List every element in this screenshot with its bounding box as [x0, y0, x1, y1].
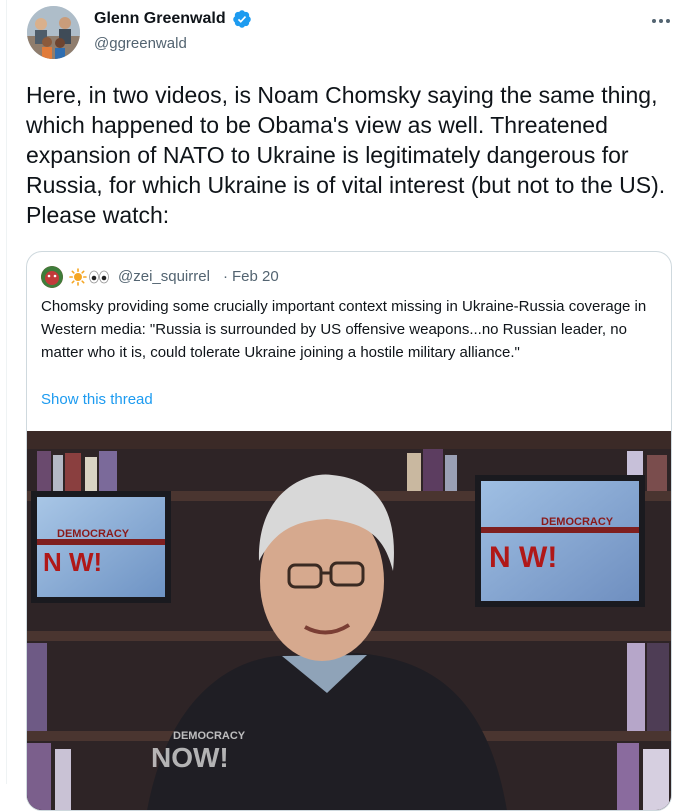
quote-text: Chomsky providing some crucially importa…	[41, 298, 647, 361]
video-player[interactable]: DEMOCRACY N W! DEMOCRACY N W! DEMOCRACY	[27, 431, 671, 810]
more-options-icon[interactable]	[644, 8, 678, 34]
screen-logo-word-left: N W!	[43, 547, 102, 577]
quoted-tweet[interactable]: @zei_squirrel · Feb 20 Chomsky providing…	[26, 251, 672, 811]
quote-avatar[interactable]	[41, 266, 63, 288]
watermark-top: DEMOCRACY	[173, 730, 246, 742]
quote-handle[interactable]: @zei_squirrel	[118, 268, 210, 285]
show-thread-link[interactable]: Show this thread	[41, 391, 153, 408]
tweet: Glenn Greenwald @ggreenwald Here, in two…	[0, 0, 700, 811]
watermark-bottom: NOW!	[151, 742, 229, 773]
verified-badge-icon	[233, 10, 251, 28]
screen-logo-left: DEMOCRACY	[57, 528, 130, 540]
quote-separator: ·	[223, 268, 228, 285]
author-avatar[interactable]	[27, 6, 80, 59]
quote-date[interactable]: Feb 20	[232, 268, 279, 285]
screen-logo-right: DEMOCRACY	[541, 516, 614, 528]
screen-logo-word-right: N W!	[489, 541, 557, 574]
tweet-text: Here, in two videos, is Noam Chomsky say…	[26, 82, 666, 228]
quote-display-name[interactable]	[69, 266, 110, 288]
eyes-icon	[89, 270, 109, 284]
sun-icon	[69, 268, 87, 286]
video-frame: DEMOCRACY N W! DEMOCRACY N W! DEMOCRACY	[27, 431, 671, 810]
divider	[6, 0, 7, 784]
author-name[interactable]: Glenn Greenwald	[94, 10, 226, 28]
author-handle[interactable]: @ggreenwald	[94, 35, 187, 52]
